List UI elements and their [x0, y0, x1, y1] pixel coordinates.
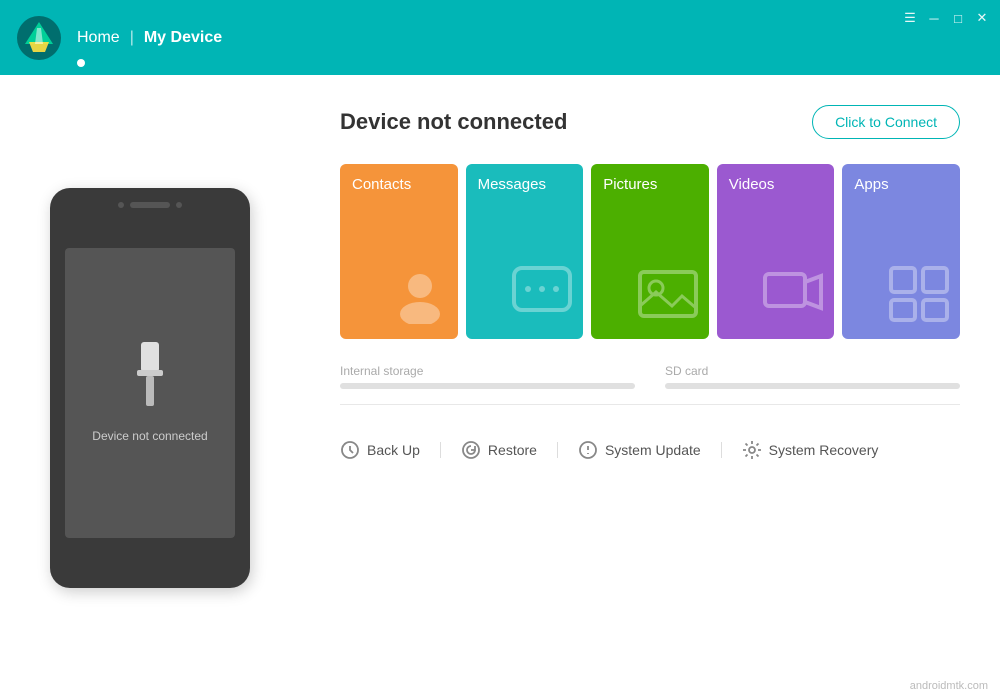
recovery-icon [742, 440, 762, 460]
internal-storage: Internal storage [340, 364, 635, 389]
update-label: System Update [605, 442, 701, 458]
tile-pictures-label: Pictures [603, 176, 697, 193]
tile-apps[interactable]: Apps [842, 164, 960, 339]
sep-1 [440, 442, 441, 458]
backup-label: Back Up [367, 442, 420, 458]
storage-row: Internal storage SD card [340, 364, 960, 389]
nav-home[interactable]: Home [77, 29, 120, 47]
menu-icon[interactable]: ☰ [902, 10, 918, 26]
phone-camera [118, 202, 124, 208]
nav-indicator [77, 59, 85, 67]
sd-card-bar-bg [665, 383, 960, 389]
device-status-row: Device not connected Click to Connect [340, 105, 960, 139]
tile-videos[interactable]: Videos [717, 164, 835, 339]
close-button[interactable]: ✕ [974, 10, 990, 26]
phone-top-bar [118, 202, 182, 208]
watermark: androidmtk.com [910, 680, 988, 692]
update-action[interactable]: System Update [578, 440, 721, 460]
tile-apps-label: Apps [854, 176, 948, 193]
actions-row: Back Up Restore [340, 440, 960, 460]
restore-action[interactable]: Restore [461, 440, 557, 460]
sep-3 [721, 442, 722, 458]
device-status-heading: Device not connected [340, 109, 567, 135]
update-icon [578, 440, 598, 460]
contacts-icon [390, 264, 450, 329]
messages-icon [510, 264, 575, 329]
videos-icon [761, 264, 826, 329]
phone-mockup: Device not connected [50, 188, 250, 588]
backup-action[interactable]: Back Up [340, 440, 440, 460]
internal-storage-bar-bg [340, 383, 635, 389]
tile-pictures[interactable]: Pictures [591, 164, 709, 339]
apps-icon [887, 264, 952, 329]
phone-status-text: Device not connected [92, 429, 207, 443]
app-logo [15, 14, 63, 62]
phone-speaker [130, 202, 170, 208]
pictures-icon [636, 264, 701, 329]
sd-card-storage: SD card [665, 364, 960, 389]
usb-icon [125, 342, 175, 417]
restore-icon [461, 440, 481, 460]
tile-videos-label: Videos [729, 176, 823, 193]
recovery-action[interactable]: System Recovery [742, 440, 899, 460]
backup-icon [340, 440, 360, 460]
recovery-label: System Recovery [769, 442, 879, 458]
tile-contacts-label: Contacts [352, 176, 446, 193]
nav-separator: | [130, 29, 134, 47]
internal-storage-label: Internal storage [340, 364, 635, 378]
minimize-button[interactable]: ─ [926, 10, 942, 26]
content-panel: Device not connected Click to Connect Co… [300, 75, 1000, 700]
tile-contacts[interactable]: Contacts [340, 164, 458, 339]
sd-card-label: SD card [665, 364, 960, 378]
maximize-button[interactable]: □ [950, 10, 966, 26]
sep-2 [557, 442, 558, 458]
titlebar: Home | My Device ☰ ─ □ ✕ [0, 0, 1000, 75]
phone-sensor [176, 202, 182, 208]
nav-mydevice[interactable]: My Device [144, 29, 222, 47]
phone-panel: Device not connected [0, 75, 300, 700]
restore-label: Restore [488, 442, 537, 458]
main-content: Device not connected Device not connecte… [0, 75, 1000, 700]
window-controls: ☰ ─ □ ✕ [902, 10, 990, 26]
storage-divider [340, 404, 960, 405]
tiles-row: Contacts Messages [340, 164, 960, 339]
storage-section: Internal storage SD card [340, 364, 960, 420]
tile-messages-label: Messages [478, 176, 572, 193]
tile-messages[interactable]: Messages [466, 164, 584, 339]
connect-button[interactable]: Click to Connect [812, 105, 960, 139]
phone-screen: Device not connected [65, 248, 235, 538]
